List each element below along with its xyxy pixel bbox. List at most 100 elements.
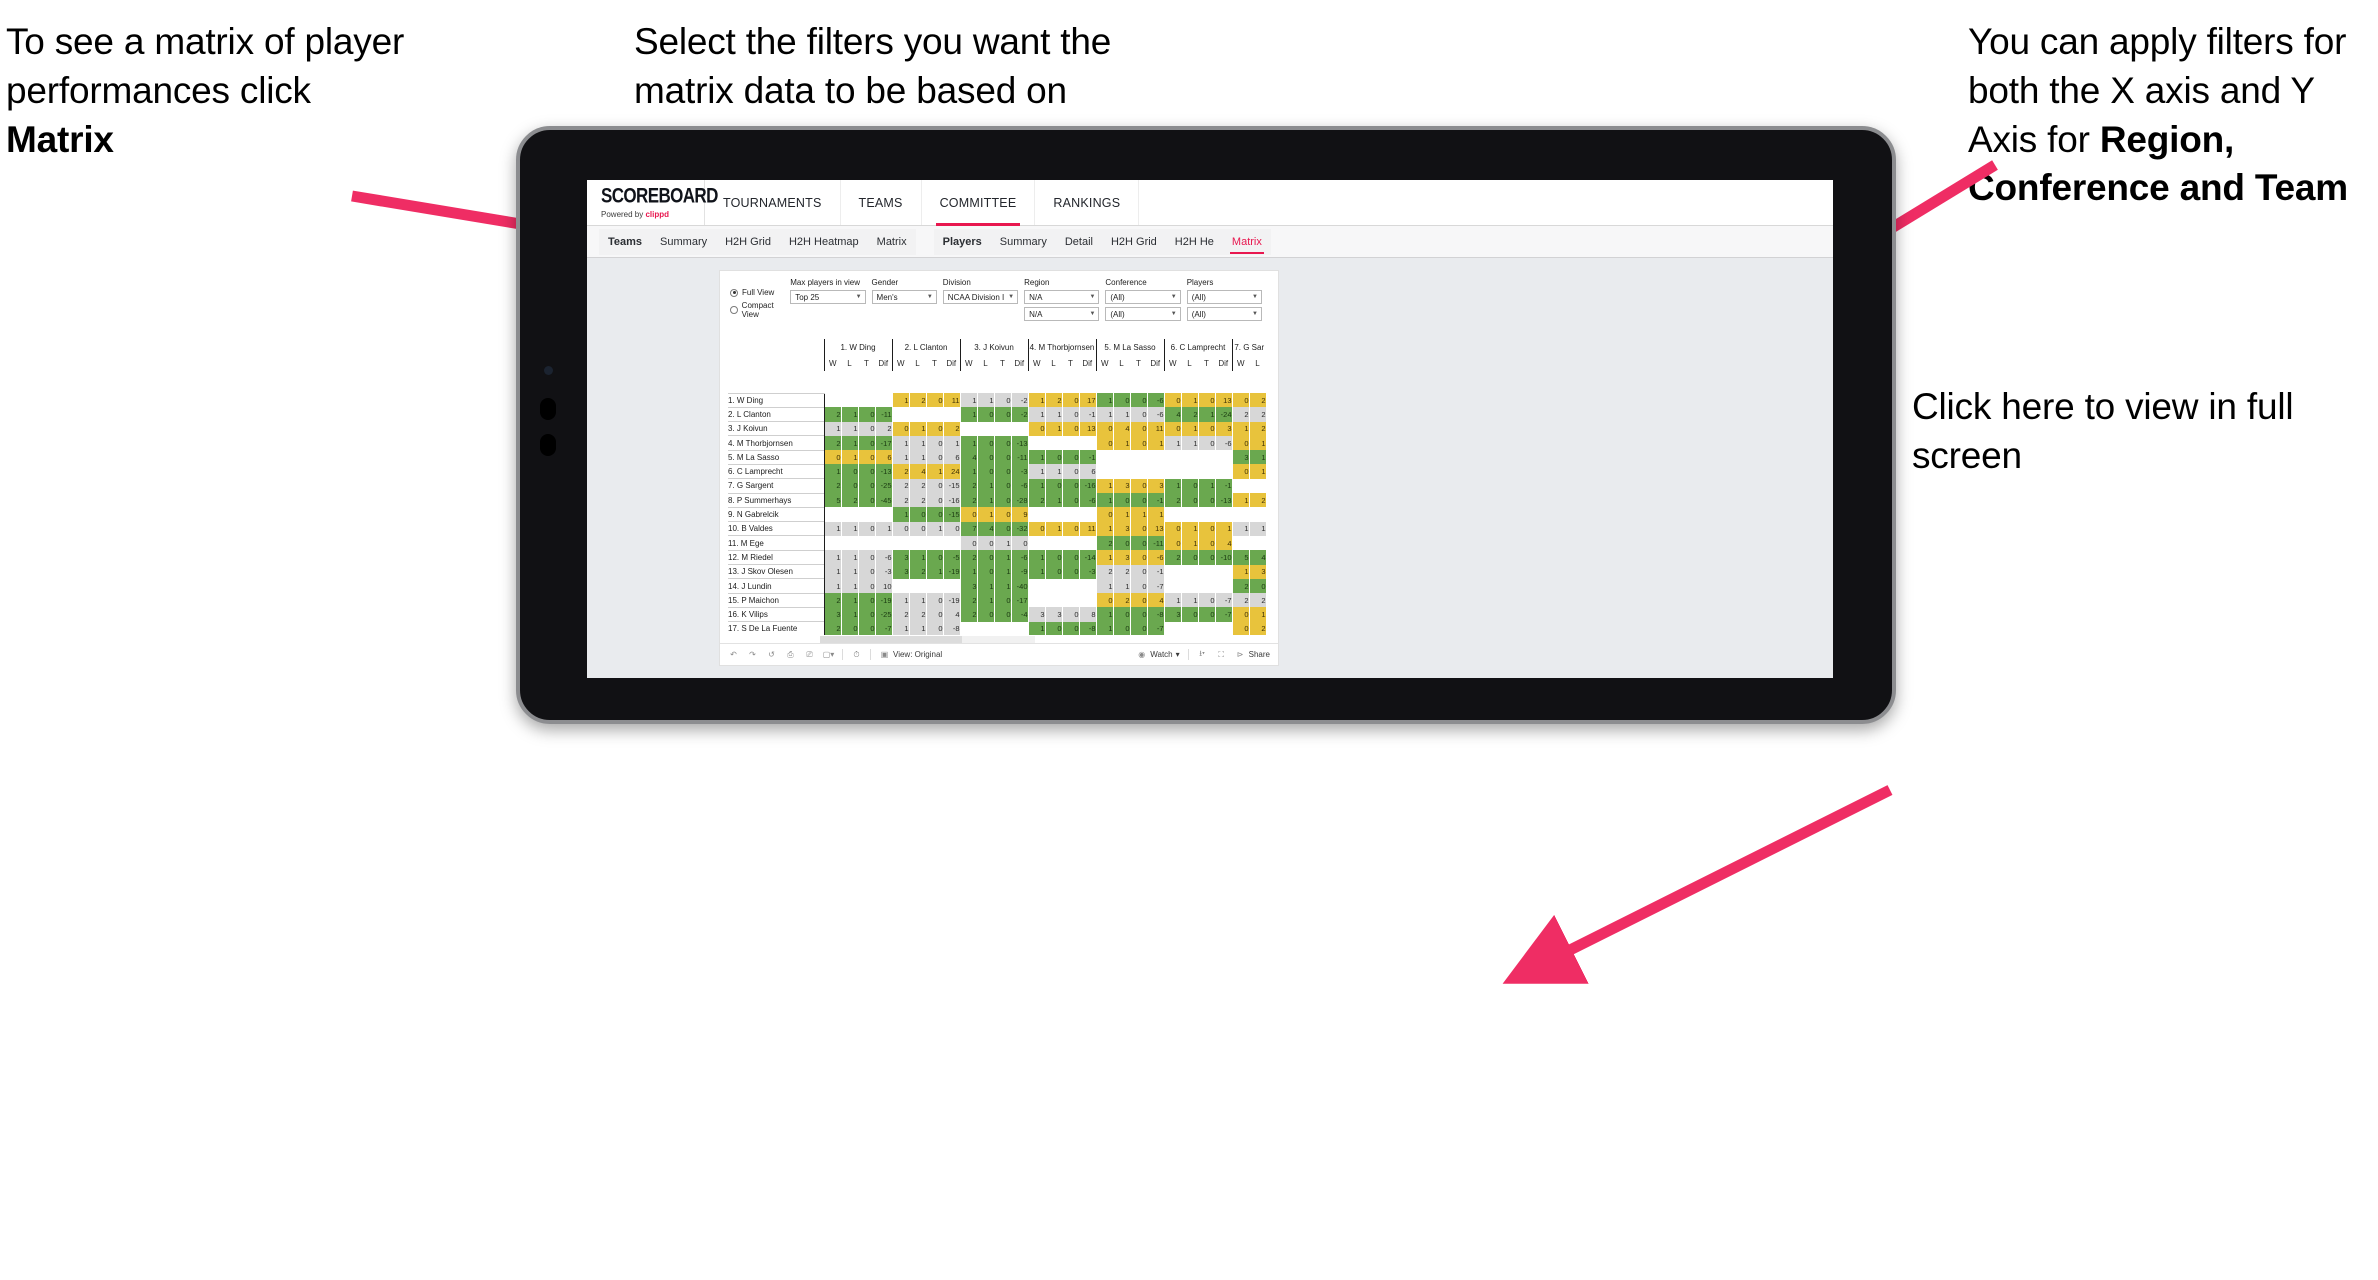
matrix-cell[interactable]: 2: [823, 478, 842, 494]
matrix-cell[interactable]: -5: [943, 550, 961, 565]
matrix-cell[interactable]: 1: [1095, 621, 1114, 635]
volume-up-button[interactable]: [540, 398, 556, 420]
matrix-cell[interactable]: 0: [1130, 493, 1148, 508]
matrix-row[interactable]: 13. J Skov Olesen 1 1 0 -3 3 2 1 -19 1 0 1 -9 1 0 0 -3 2 2…: [728, 564, 1267, 579]
matrix-cell[interactable]: 1: [926, 521, 944, 536]
matrix-cell[interactable]: 1: [926, 564, 944, 579]
matrix-row[interactable]: 10. B Valdes 1 1 0 1 0 0 1 0 7 4 0 -32 0 1 0 11 1 3 0 13 0 1 0 1…: [728, 521, 1267, 536]
matrix-cell[interactable]: 1: [841, 450, 859, 465]
matrix-cell[interactable]: 3: [959, 578, 978, 594]
matrix-cell[interactable]: 0: [1231, 435, 1250, 451]
matrix-cell[interactable]: 0: [1198, 493, 1216, 508]
matrix-cell[interactable]: 1: [977, 493, 995, 508]
matrix-cell[interactable]: -10: [1215, 550, 1233, 565]
matrix-cell[interactable]: -2: [1011, 393, 1029, 408]
matrix-cell[interactable]: 4: [977, 521, 995, 536]
matrix-cell[interactable]: [858, 393, 876, 408]
matrix-cell[interactable]: 0: [1062, 407, 1080, 422]
matrix-cell[interactable]: 0: [1163, 421, 1182, 436]
matrix-cell[interactable]: -1: [1079, 450, 1097, 465]
filter-conference-select-x[interactable]: (All) ▼: [1105, 290, 1181, 304]
matrix-cell[interactable]: -6: [1079, 493, 1097, 508]
matrix-cell[interactable]: [1231, 478, 1250, 494]
matrix-cell[interactable]: [875, 535, 893, 551]
matrix-cell[interactable]: 1: [1095, 550, 1114, 565]
matrix-cell[interactable]: 0: [977, 435, 995, 451]
matrix-cell[interactable]: 1: [1215, 521, 1233, 536]
matrix-cell[interactable]: 1: [977, 593, 995, 608]
matrix-cell[interactable]: 1: [1045, 464, 1063, 479]
watch-button[interactable]: ◉ Watch ▾: [1136, 649, 1179, 660]
matrix-cell[interactable]: [1215, 578, 1233, 594]
matrix-cell[interactable]: [959, 621, 978, 635]
matrix-cell[interactable]: -17: [1011, 593, 1029, 608]
matrix-cell[interactable]: 4: [1147, 593, 1165, 608]
matrix-cell[interactable]: 3: [1147, 478, 1165, 494]
matrix-row[interactable]: 7. G Sargent 2 0 0 -25 2 2 0 -15 2 1 0 -6 1 0 0 -16 1 3 0 3 1…: [728, 478, 1267, 494]
matrix-cell[interactable]: 1: [977, 507, 995, 522]
matrix-cell[interactable]: -8: [943, 621, 961, 635]
matrix-cell[interactable]: 0: [1181, 493, 1199, 508]
matrix-cell[interactable]: 13: [1215, 393, 1233, 408]
matrix-cell[interactable]: -6: [1147, 407, 1165, 422]
matrix-row[interactable]: 1. W Ding 1 2 0 11 1 1 0 -2 1 2 0 17 1 0 0 -6 0 1 0 13 0 2: [728, 392, 1267, 408]
matrix-row[interactable]: 3. J Koivun 1 1 0 2 0 1 0 2 0 1 0 13 0 4 0 11 0 1 0 3 1 2: [728, 421, 1267, 436]
filter-players-select-y[interactable]: (All) ▼: [1186, 307, 1262, 321]
matrix-cell[interactable]: 0: [858, 578, 876, 594]
matrix-cell[interactable]: [1045, 535, 1063, 551]
matrix-cell[interactable]: -1: [1147, 493, 1165, 508]
matrix-cell[interactable]: 1: [1113, 578, 1131, 594]
matrix-cell[interactable]: 1: [1130, 507, 1148, 522]
radio-full-view[interactable]: Full View: [730, 288, 790, 297]
filter-division-select[interactable]: NCAA Division I ▼: [942, 290, 1019, 304]
matrix-cell[interactable]: -16: [943, 493, 961, 508]
matrix-cell[interactable]: -28: [1011, 493, 1029, 508]
matrix-cell[interactable]: 2: [1027, 493, 1046, 508]
matrix-cell[interactable]: [1231, 507, 1250, 522]
matrix-cell[interactable]: [1147, 450, 1165, 465]
matrix-cell[interactable]: [1198, 450, 1216, 465]
matrix-cell[interactable]: 1: [1147, 435, 1165, 451]
matrix-cell[interactable]: -4: [1011, 607, 1029, 622]
matrix-cell[interactable]: 1: [823, 564, 842, 579]
matrix-cell[interactable]: 1: [909, 621, 927, 635]
matrix-cell[interactable]: 0: [841, 621, 859, 635]
subnav-players-detail[interactable]: Detail: [1056, 229, 1102, 255]
matrix-cell[interactable]: 0: [1198, 393, 1216, 408]
matrix-cell[interactable]: [1027, 507, 1046, 522]
subnav-teams-h2h-heatmap[interactable]: H2H Heatmap: [780, 229, 868, 255]
matrix-cell[interactable]: [891, 407, 910, 422]
matrix-cell[interactable]: 3: [891, 564, 910, 579]
matrix-cell[interactable]: 11: [1079, 521, 1097, 536]
matrix-cell[interactable]: 2: [1045, 393, 1063, 408]
matrix-cell[interactable]: 1: [959, 464, 978, 479]
matrix-cell[interactable]: 1: [1231, 421, 1250, 436]
matrix-cell[interactable]: 6: [943, 450, 961, 465]
matrix-cell[interactable]: -3: [1011, 464, 1029, 479]
matrix-cell[interactable]: [1027, 593, 1046, 608]
matrix-cell[interactable]: 1: [1249, 435, 1267, 451]
matrix-cell[interactable]: 0: [994, 607, 1012, 622]
matrix-cell[interactable]: 1: [1045, 493, 1063, 508]
matrix-scroll-region[interactable]: 1. W Ding 2. L Clanton 3. J Koivun 4. M Tho…: [720, 339, 1278, 635]
matrix-cell[interactable]: 0: [994, 464, 1012, 479]
matrix-cell[interactable]: 1: [959, 435, 978, 451]
matrix-cell[interactable]: 1: [1181, 421, 1199, 436]
matrix-cell[interactable]: 2: [1249, 621, 1267, 635]
matrix-cell[interactable]: [1181, 507, 1199, 522]
filter-max-players-select[interactable]: Top 25 ▼: [790, 290, 866, 304]
matrix-cell[interactable]: 2: [823, 593, 842, 608]
matrix-cell[interactable]: 0: [1198, 607, 1216, 622]
matrix-cell[interactable]: 0: [1163, 521, 1182, 536]
matrix-cell[interactable]: 0: [926, 421, 944, 436]
matrix-cell[interactable]: [1198, 464, 1216, 479]
matrix-cell[interactable]: 0: [1181, 478, 1199, 494]
matrix-cell[interactable]: -1: [1079, 407, 1097, 422]
matrix-cell[interactable]: 1: [1095, 607, 1114, 622]
matrix-cell[interactable]: [841, 507, 859, 522]
matrix-cell[interactable]: 0: [977, 450, 995, 465]
matrix-cell[interactable]: [1163, 507, 1182, 522]
matrix-cell[interactable]: 2: [1249, 393, 1267, 408]
subnav-teams-summary[interactable]: Summary: [651, 229, 716, 255]
matrix-cell[interactable]: [977, 621, 995, 635]
